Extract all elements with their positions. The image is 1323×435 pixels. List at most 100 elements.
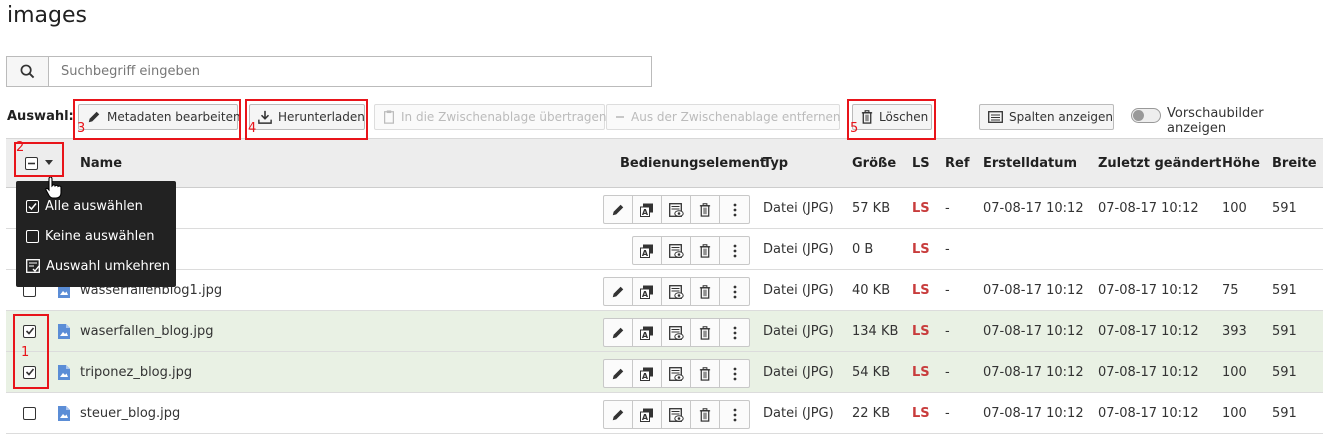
cell-modified: 07-08-17 10:12 bbox=[1098, 323, 1199, 339]
translate-action[interactable]: A bbox=[633, 237, 662, 264]
delete-action[interactable] bbox=[691, 319, 720, 346]
edit-action[interactable] bbox=[604, 360, 633, 387]
clipboard-remove-label: Aus der Zwischenablage entfernen bbox=[631, 110, 841, 124]
col-created[interactable]: Erstelldatum bbox=[983, 139, 1077, 187]
col-size[interactable]: Größe bbox=[852, 139, 896, 187]
trash-icon bbox=[699, 243, 711, 258]
info-action[interactable] bbox=[662, 237, 691, 264]
info-action[interactable] bbox=[662, 319, 691, 346]
cell-ls[interactable]: LS bbox=[912, 188, 930, 228]
annotation-box-3 bbox=[73, 99, 241, 140]
table-row[interactable]: triponez_blog.jpg A Datei (JPG) 54 KB LS - 07-… bbox=[6, 352, 1323, 393]
col-width[interactable]: Breite bbox=[1272, 139, 1317, 187]
search-button[interactable] bbox=[7, 57, 49, 86]
more-action[interactable] bbox=[720, 401, 749, 428]
col-name[interactable]: Name bbox=[80, 139, 122, 187]
cell-modified: 07-08-17 10:12 bbox=[1098, 405, 1199, 421]
search-input[interactable] bbox=[49, 57, 651, 86]
cell-height: 100 bbox=[1222, 364, 1247, 380]
translate-action[interactable]: A bbox=[633, 196, 662, 223]
file-name-link[interactable]: waserfallen_blog.jpg bbox=[80, 324, 214, 339]
cell-ls[interactable]: LS bbox=[912, 352, 930, 392]
edit-action[interactable] bbox=[604, 319, 633, 346]
info-action[interactable] bbox=[662, 401, 691, 428]
more-action[interactable] bbox=[720, 278, 749, 305]
image-file-icon bbox=[58, 364, 70, 380]
row-actions: A bbox=[632, 236, 750, 265]
cell-type: Datei (JPG) bbox=[763, 200, 834, 216]
cell-width: 591 bbox=[1272, 282, 1297, 298]
trash-icon bbox=[699, 407, 711, 422]
table-row[interactable]: wasserfallenblog1.jpg A Datei (JPG) 40 KB LS… bbox=[6, 270, 1323, 311]
info-action[interactable] bbox=[662, 196, 691, 223]
more-action[interactable] bbox=[720, 319, 749, 346]
info-action[interactable] bbox=[662, 360, 691, 387]
cell-modified: 07-08-17 10:12 bbox=[1098, 200, 1199, 216]
file-table: Name Bedienungselement Typ Größe LS Ref … bbox=[6, 138, 1323, 434]
cell-ls[interactable]: LS bbox=[912, 311, 930, 351]
cell-width: 591 bbox=[1272, 323, 1297, 339]
show-columns-button[interactable]: Spalten anzeigen bbox=[979, 104, 1114, 130]
cell-ls[interactable]: LS bbox=[912, 229, 930, 269]
more-action[interactable] bbox=[720, 237, 749, 264]
more-action[interactable] bbox=[720, 360, 749, 387]
translate-action[interactable]: A bbox=[633, 360, 662, 387]
delete-action[interactable] bbox=[691, 196, 720, 223]
clipboard-remove-button[interactable]: Aus der Zwischenablage entfernen bbox=[606, 104, 841, 130]
file-name-link[interactable]: triponez_blog.jpg bbox=[80, 365, 192, 380]
table-row[interactable]: steuer_blog.jpg A Datei (JPG) 22 KB LS - 07-08… bbox=[6, 393, 1323, 434]
translate-icon: A bbox=[640, 244, 653, 258]
more-vertical-icon bbox=[733, 408, 736, 421]
menu-item-invert[interactable]: Auswahl umkehren bbox=[16, 251, 176, 281]
translate-action[interactable]: A bbox=[633, 401, 662, 428]
col-height[interactable]: Höhe bbox=[1222, 139, 1260, 187]
col-modified[interactable]: Zuletzt geändert bbox=[1098, 139, 1221, 187]
translate-icon: A bbox=[640, 367, 653, 381]
cell-height: 100 bbox=[1222, 405, 1247, 421]
clipboard-add-button[interactable]: In die Zwischenablage übertragen bbox=[374, 104, 607, 130]
delete-action[interactable] bbox=[691, 237, 720, 264]
cell-ls[interactable]: LS bbox=[912, 393, 930, 433]
delete-action[interactable] bbox=[691, 278, 720, 305]
cell-created: 07-08-17 10:12 bbox=[983, 405, 1084, 421]
translate-icon: A bbox=[640, 285, 653, 299]
col-type[interactable]: Typ bbox=[763, 139, 788, 187]
translate-action[interactable]: A bbox=[633, 319, 662, 346]
thumbnails-toggle[interactable] bbox=[1131, 108, 1161, 123]
pencil-icon bbox=[612, 409, 624, 420]
pencil-icon bbox=[612, 286, 624, 297]
edit-action[interactable] bbox=[604, 196, 633, 223]
annotation-number-4: 4 bbox=[248, 121, 257, 136]
table-row[interactable]: .jpgADatei (JPG)57 KBLS-07-08-17 10:1207… bbox=[6, 188, 1323, 229]
columns-icon bbox=[988, 111, 1003, 123]
minus-icon bbox=[616, 116, 624, 118]
table-row[interactable]: waserfallen_blog.jpg A Datei (JPG) 134 KB LS… bbox=[6, 311, 1323, 352]
menu-item-select-all[interactable]: Alle auswählen bbox=[16, 191, 176, 221]
more-action[interactable] bbox=[720, 196, 749, 223]
svg-text:A: A bbox=[642, 372, 649, 381]
image-file-icon bbox=[58, 405, 70, 421]
translate-icon: A bbox=[640, 203, 653, 217]
delete-action[interactable] bbox=[691, 401, 720, 428]
cell-created: 07-08-17 10:12 bbox=[983, 323, 1084, 339]
cell-height: 100 bbox=[1222, 200, 1247, 216]
table-row[interactable]: hristian.jpgADatei (JPG)0 BLS- bbox=[6, 229, 1323, 270]
search-box bbox=[6, 56, 652, 87]
info-view-icon bbox=[668, 325, 684, 340]
delete-action[interactable] bbox=[691, 360, 720, 387]
edit-action[interactable] bbox=[604, 401, 633, 428]
info-action[interactable] bbox=[662, 278, 691, 305]
col-ref[interactable]: Ref bbox=[945, 139, 969, 187]
translate-action[interactable]: A bbox=[633, 278, 662, 305]
cell-created: 07-08-17 10:12 bbox=[983, 364, 1084, 380]
cell-ls[interactable]: LS bbox=[912, 270, 930, 310]
row-checkbox[interactable] bbox=[23, 406, 36, 420]
cell-size: 134 KB bbox=[852, 323, 899, 339]
search-icon bbox=[20, 64, 35, 79]
menu-item-select-none[interactable]: Keine auswählen bbox=[16, 221, 176, 251]
col-ls[interactable]: LS bbox=[912, 139, 930, 187]
row-actions: A bbox=[603, 318, 750, 347]
more-vertical-icon bbox=[733, 367, 736, 380]
file-name-link[interactable]: steuer_blog.jpg bbox=[80, 406, 180, 421]
edit-action[interactable] bbox=[604, 278, 633, 305]
